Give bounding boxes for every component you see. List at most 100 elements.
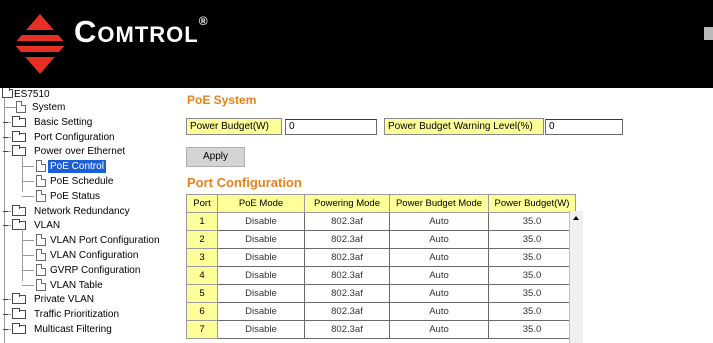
column-header-power-budget-w: Power Budget(W): [488, 194, 576, 213]
column-header-poe-mode: PoE Mode: [217, 194, 305, 213]
cell-power-budget-w[interactable]: 35.0: [488, 230, 576, 249]
header-side-button[interactable]: [704, 27, 713, 40]
folder-icon: [12, 204, 26, 216]
page-icon: [36, 249, 46, 261]
cell-poe-mode[interactable]: Disable: [217, 230, 305, 249]
power-budget-label: Power Budget(W): [186, 118, 282, 135]
cell-power-budget-w[interactable]: 35.0: [488, 248, 576, 267]
header-bar: Comtrol®: [0, 0, 713, 88]
table-scrollbar[interactable]: [569, 211, 583, 343]
page-icon: [36, 263, 46, 276]
tree-item-label: PoE Schedule: [50, 176, 114, 187]
tree-item-label: Private VLAN: [34, 294, 95, 306]
expander-icon[interactable]: [3, 135, 8, 140]
folder-icon: [12, 293, 26, 305]
folder-icon: [12, 115, 26, 127]
cell-power-budget-mode[interactable]: Auto: [389, 320, 489, 339]
cell-power-budget-w[interactable]: 35.0: [488, 284, 576, 303]
folder-icon: [12, 219, 26, 231]
table-row: 2 Disable 802.3af Auto 35.0: [186, 230, 576, 249]
port-number: 1: [186, 212, 218, 231]
expander-icon[interactable]: [3, 327, 8, 332]
port-number: 5: [186, 284, 218, 303]
table-row: 6 Disable 802.3af Auto 35.0: [186, 302, 576, 321]
cell-poe-mode[interactable]: Disable: [217, 320, 305, 339]
column-header-power-budget-mode: Power Budget Mode: [389, 194, 489, 213]
brand-name: Comtrol®: [74, 14, 209, 49]
cell-power-budget-mode[interactable]: Auto: [389, 284, 489, 303]
tree-item-label: VLAN: [34, 220, 61, 232]
column-header-powering-mode: Powering Mode: [304, 194, 390, 213]
port-number: 2: [186, 230, 218, 249]
table-row: 4 Disable 802.3af Auto 35.0: [186, 266, 576, 285]
expander-icon[interactable]: [3, 223, 8, 228]
expander-icon[interactable]: [3, 149, 8, 154]
table-row: 3 Disable 802.3af Auto 35.0: [186, 248, 576, 267]
cell-powering-mode[interactable]: 802.3af: [304, 230, 390, 249]
table-row: 5 Disable 802.3af Auto 35.0: [186, 284, 576, 303]
tree-item-label: GVRP Configuration: [50, 264, 141, 276]
cell-power-budget-w[interactable]: 35.0: [488, 320, 576, 339]
cell-powering-mode[interactable]: 802.3af: [304, 248, 390, 267]
folder-icon: [12, 308, 26, 320]
scroll-up-arrow-icon[interactable]: [571, 213, 582, 224]
cell-powering-mode[interactable]: 802.3af: [304, 212, 390, 231]
page-icon: [36, 175, 46, 187]
page-icon: [36, 278, 46, 291]
port-number: 6: [186, 302, 218, 321]
tree-item-label: Basic Setting: [34, 116, 93, 128]
cell-poe-mode[interactable]: Disable: [217, 212, 305, 231]
column-header-port: Port: [186, 194, 218, 213]
port-config-title: Port Configuration: [187, 175, 302, 190]
tree-item-label: System: [32, 102, 66, 113]
page-icon: [16, 101, 26, 113]
port-number: 7: [186, 320, 218, 339]
tree-item-label: Port Configuration: [34, 131, 115, 143]
tree-root-label: ES7510: [14, 89, 50, 100]
expander-icon[interactable]: [3, 209, 8, 214]
port-number: 4: [186, 266, 218, 285]
tree-item-label: PoE Status: [50, 190, 101, 202]
cell-power-budget-mode[interactable]: Auto: [389, 248, 489, 267]
cell-poe-mode[interactable]: Disable: [217, 284, 305, 303]
table-header-row: Port PoE Mode Powering Mode Power Budget Mo…: [186, 194, 576, 213]
cell-power-budget-mode[interactable]: Auto: [389, 212, 489, 231]
table-row: 1 Disable 802.3af Auto 35.0: [186, 212, 576, 231]
cell-power-budget-w[interactable]: 35.0: [488, 266, 576, 285]
cell-power-budget-w[interactable]: 35.0: [488, 212, 576, 231]
expander-icon[interactable]: [3, 312, 8, 317]
poe-system-title: PoE System: [187, 93, 257, 107]
cell-powering-mode[interactable]: 802.3af: [304, 284, 390, 303]
cell-poe-mode[interactable]: Disable: [217, 248, 305, 267]
cell-poe-mode[interactable]: Disable: [217, 266, 305, 285]
comtrol-diamond-icon: [10, 14, 72, 74]
table-row: 7 Disable 802.3af Auto 35.0: [186, 320, 576, 339]
tree-item-label: Network Redundancy: [34, 205, 130, 217]
apply-button[interactable]: Apply: [186, 147, 245, 167]
tree-item-label: Traffic Prioritization: [34, 309, 120, 321]
tree-item-label: VLAN Port Configuration: [50, 235, 160, 247]
power-budget-input[interactable]: 0: [285, 119, 377, 135]
cell-powering-mode[interactable]: 802.3af: [304, 320, 390, 339]
expander-icon[interactable]: [3, 120, 8, 125]
tree-item-label: Multicast Filtering: [34, 324, 112, 335]
cell-power-budget-mode[interactable]: Auto: [389, 230, 489, 249]
cell-power-budget-w[interactable]: 35.0: [488, 302, 576, 321]
cell-poe-mode[interactable]: Disable: [217, 302, 305, 321]
folder-icon: [12, 145, 26, 157]
page-icon: [36, 189, 46, 202]
tree-item-label: VLAN Configuration: [50, 250, 139, 261]
page-icon: [36, 234, 46, 247]
expander-icon[interactable]: [3, 297, 8, 302]
warning-level-label: Power Budget Warning Level(%): [384, 118, 544, 135]
warning-level-input[interactable]: 0: [545, 119, 623, 135]
navigation-tree: ES7510 System Basic Setting Port Configura…: [0, 88, 178, 343]
cell-power-budget-mode[interactable]: Auto: [389, 266, 489, 285]
folder-icon: [12, 130, 26, 142]
tree-item-label: VLAN Table: [50, 279, 103, 291]
port-number: 3: [186, 248, 218, 267]
cell-powering-mode[interactable]: 802.3af: [304, 302, 390, 321]
cell-powering-mode[interactable]: 802.3af: [304, 266, 390, 285]
cell-power-budget-mode[interactable]: Auto: [389, 302, 489, 321]
tree-item-label: Power over Ethernet: [34, 146, 126, 158]
